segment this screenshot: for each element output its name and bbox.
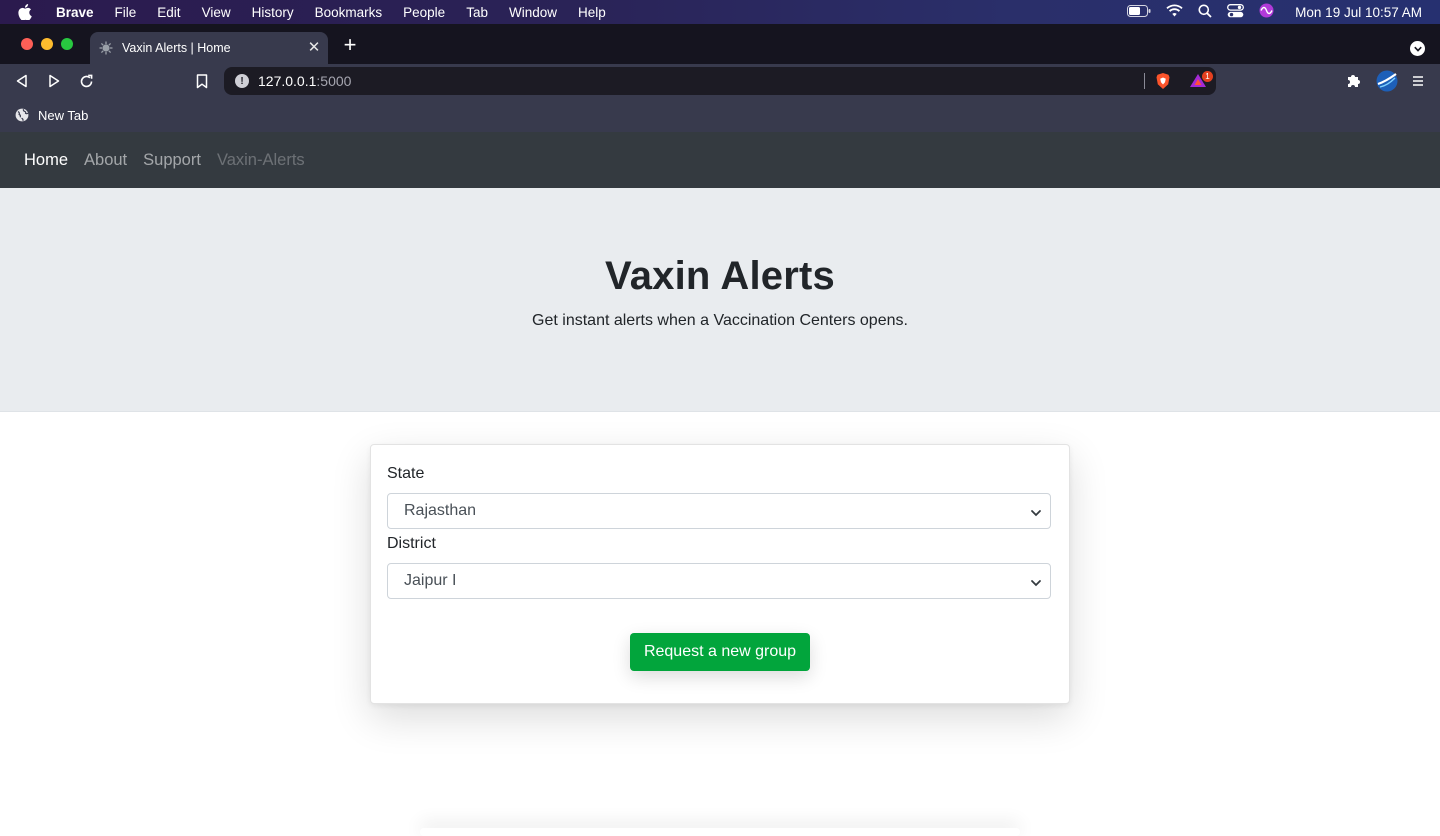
menu-people[interactable]: People <box>403 5 445 20</box>
extensions-puzzle-icon[interactable] <box>1345 72 1363 90</box>
request-new-group-button[interactable]: Request a new group <box>630 633 810 671</box>
forward-arrow-icon[interactable] <box>45 72 63 90</box>
browser-toolbar: ! 127.0.0.1:5000 1 <box>0 64 1440 98</box>
chevron-down-icon <box>1030 576 1042 588</box>
menu-view[interactable]: View <box>202 5 231 20</box>
address-bar[interactable]: ! 127.0.0.1:5000 1 <box>224 67 1216 95</box>
browser-tab-active[interactable]: Vaxin Alerts | Home ✕ <box>90 32 328 64</box>
site-info-icon[interactable]: ! <box>235 74 249 88</box>
menu-bookmarks[interactable]: Bookmarks <box>315 5 383 20</box>
menu-file[interactable]: File <box>115 5 137 20</box>
bookmarks-bar: New Tab <box>0 98 1440 132</box>
spotlight-search-icon[interactable] <box>1198 4 1212 21</box>
menu-history[interactable]: History <box>252 5 294 20</box>
menu-clock[interactable]: Mon 19 Jul 10:57 AM <box>1295 5 1422 20</box>
tab-close-icon[interactable]: ✕ <box>306 40 322 56</box>
state-label: State <box>387 465 425 482</box>
menu-tab[interactable]: Tab <box>466 5 488 20</box>
browser-menu-icon[interactable] <box>1409 72 1427 90</box>
menu-help[interactable]: Help <box>578 5 606 20</box>
district-select[interactable]: Jaipur I <box>387 563 1051 599</box>
macos-menu-bar: Brave File Edit View History Bookmarks P… <box>0 0 1440 24</box>
nav-support-link[interactable]: Support <box>143 151 201 170</box>
nav-vaxin-alerts-link[interactable]: Vaxin-Alerts <box>217 151 305 170</box>
footer-shadow-edge <box>420 828 1020 836</box>
hero-title: Vaxin Alerts <box>605 254 835 298</box>
brave-shields-icon[interactable] <box>1154 72 1172 90</box>
virus-favicon-icon <box>99 41 113 55</box>
control-center-icon[interactable] <box>1227 3 1245 21</box>
battery-icon[interactable] <box>1127 4 1151 20</box>
bookmark-new-tab[interactable]: New Tab <box>38 108 88 123</box>
window-minimize-button[interactable] <box>41 38 53 50</box>
wifi-icon[interactable] <box>1166 4 1183 20</box>
alert-form-card: State Rajasthan District Jaipur I Reques… <box>370 444 1070 704</box>
menu-app-brave[interactable]: Brave <box>56 5 94 20</box>
new-tab-plus-icon[interactable]: + <box>340 33 360 57</box>
rewards-badge: 1 <box>1202 71 1213 82</box>
reload-icon[interactable] <box>77 72 95 90</box>
nav-about-link[interactable]: About <box>84 151 127 170</box>
url-host: 127.0.0.1 <box>258 73 317 89</box>
globe-icon <box>15 108 29 122</box>
url-port: :5000 <box>316 73 352 89</box>
district-selected-value: Jaipur I <box>404 572 457 589</box>
window-close-button[interactable] <box>21 38 33 50</box>
profile-avatar[interactable] <box>1375 69 1399 93</box>
hero-subtitle: Get instant alerts when a Vaccination Ce… <box>532 312 908 329</box>
menu-edit[interactable]: Edit <box>157 5 180 20</box>
state-select[interactable]: Rajasthan <box>387 493 1051 529</box>
site-navbar: Home About Support Vaxin-Alerts <box>0 132 1440 188</box>
bookmark-icon[interactable] <box>193 72 211 90</box>
tab-title: Vaxin Alerts | Home <box>122 41 231 55</box>
window-zoom-button[interactable] <box>61 38 73 50</box>
chevron-down-icon <box>1030 506 1042 518</box>
back-arrow-icon[interactable] <box>13 72 31 90</box>
menu-window[interactable]: Window <box>509 5 557 20</box>
district-label: District <box>387 535 436 552</box>
browser-tab-strip: Vaxin Alerts | Home ✕ + <box>0 24 1440 64</box>
nav-home-link[interactable]: Home <box>24 151 68 170</box>
state-selected-value: Rajasthan <box>404 502 477 519</box>
tab-search-chevron-icon[interactable] <box>1410 41 1425 56</box>
hero-jumbotron: Vaxin Alerts Get instant alerts when a V… <box>0 188 1440 412</box>
apple-icon[interactable] <box>18 4 38 20</box>
address-bar-divider <box>1144 73 1145 89</box>
siri-icon[interactable] <box>1259 3 1274 21</box>
